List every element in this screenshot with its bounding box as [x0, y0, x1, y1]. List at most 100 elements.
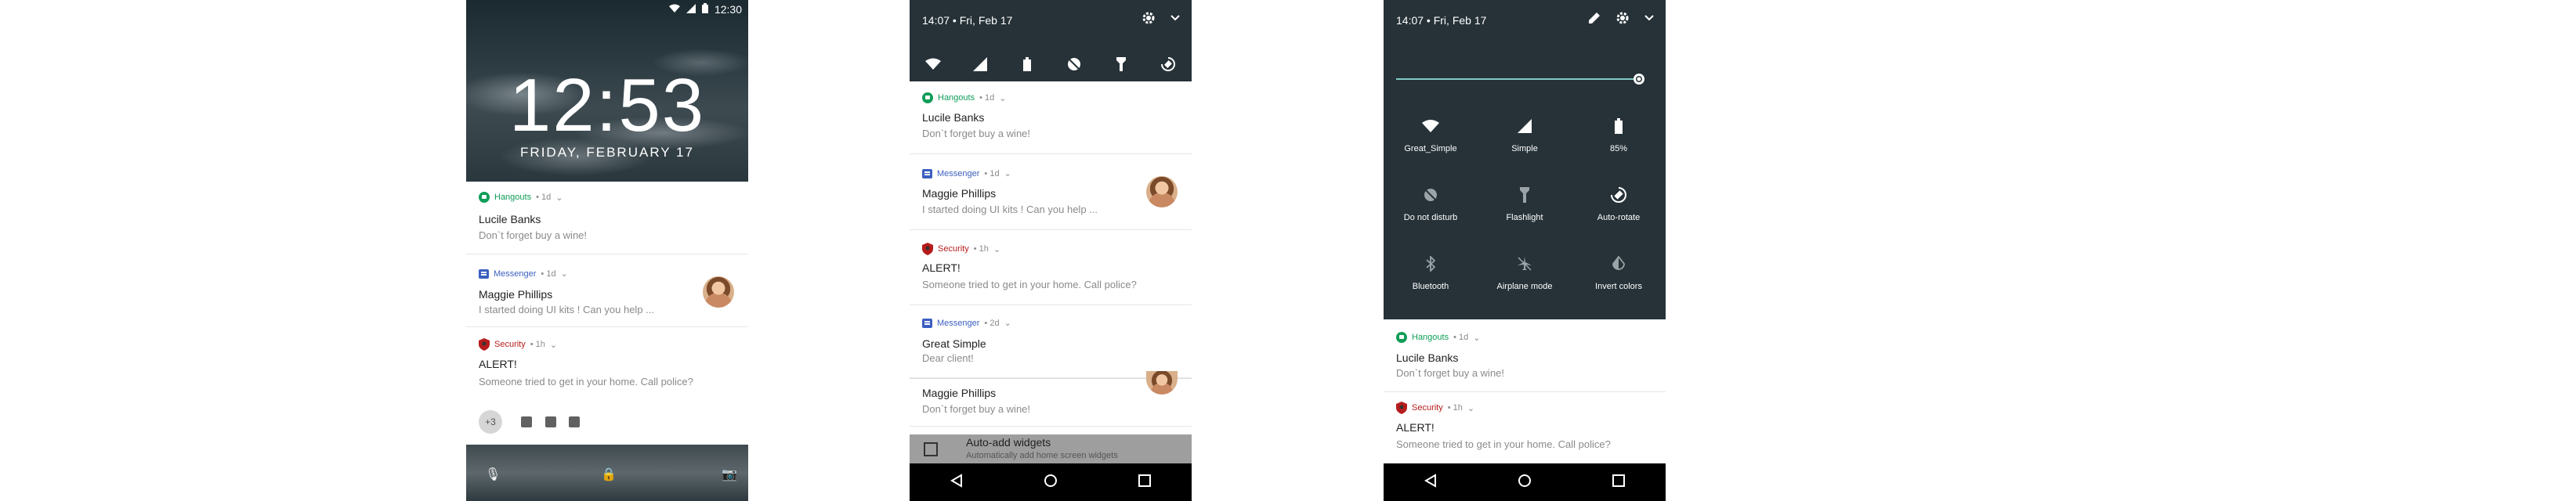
chevron-down-icon[interactable]: ⌄ [1473, 333, 1480, 343]
notification-time: • 1h [530, 340, 545, 349]
tile-autorotate[interactable]: Auto-rotate [1572, 186, 1666, 222]
notification-title: Lucile Banks [1396, 351, 1459, 364]
chevron-down-icon[interactable] [1644, 11, 1655, 29]
edit-icon[interactable] [1587, 11, 1601, 29]
chevron-down-icon[interactable]: ⌄ [1004, 318, 1011, 328]
notification-app-name: Hangouts [494, 193, 532, 202]
tile-signal[interactable]: Simple [1478, 117, 1572, 153]
notification-body: Don`t forget buy a wine! [1396, 367, 1505, 379]
notification-time: • 2d [984, 318, 1000, 328]
lock-icon[interactable]: 🔒 [601, 467, 617, 482]
notification-hangouts[interactable]: Hangouts • 1d ⌄ Lucile Banks Don`t forge… [466, 182, 748, 254]
tile-wifi[interactable]: Great_Simple [1384, 117, 1478, 153]
tile-invert[interactable]: Invert colors [1572, 255, 1666, 291]
gear-icon[interactable] [1141, 11, 1156, 29]
notification-hangouts[interactable]: Hangouts • 1d ⌄ Lucile Banks Don`t forge… [1384, 319, 1666, 392]
notification-body: Don`t forget buy a wine! [922, 128, 1031, 139]
notification-shade-collapsed: 14:07 • Fri, Feb 17 Hangouts • 1d ⌄ Luci… [910, 0, 1192, 501]
wifi-icon [1422, 119, 1439, 135]
tile-label: Bluetooth [1412, 282, 1449, 291]
notification-body: Don`t forget buy a wine! [922, 403, 1031, 415]
notification-body: Someone tried to get in your home. Call … [922, 279, 1137, 290]
notification-messenger[interactable]: Messenger • 1d ⌄ Maggie Phillips I start… [466, 254, 748, 327]
tile-label: Great_Simple [1404, 144, 1457, 153]
chevron-down-icon[interactable]: ⌄ [1004, 168, 1011, 178]
navigation-bar [1384, 463, 1666, 501]
camera-icon[interactable]: 📷 [722, 467, 737, 482]
notification-time: • 1d [979, 93, 995, 103]
back-icon[interactable] [1424, 473, 1438, 492]
lock-clock: 12:53 [508, 63, 706, 147]
shade-datetime: 14:07 • Fri, Feb 17 [1396, 14, 1487, 27]
tile-label: 85% [1609, 144, 1628, 153]
lock-screen: 12:30 12:53 FRIDAY, FEBRUARY 17 Hangouts… [466, 0, 748, 501]
invert-icon [1612, 255, 1626, 274]
flashlight-icon [1520, 186, 1529, 205]
avatar [1146, 176, 1178, 207]
notification-shade-expanded: 14:07 • Fri, Feb 17 Great_Simple Simple [1384, 0, 1666, 501]
notification-app-name: Messenger [937, 318, 980, 328]
tile-battery[interactable]: 85% [1572, 117, 1666, 153]
notification-hangouts[interactable]: Hangouts • 1d ⌄ Lucile Banks Don`t forge… [910, 81, 1192, 154]
tile-flashlight[interactable]: Flashlight [1478, 186, 1572, 222]
chevron-down-icon[interactable]: ⌄ [1467, 403, 1474, 413]
battery-icon[interactable] [1018, 56, 1036, 73]
auto-add-widgets-setting[interactable]: Auto-add widgets Automatically add home … [910, 434, 1192, 463]
brightness-icon[interactable] [1631, 71, 1647, 91]
notification-security[interactable]: Security • 1h ⌄ ALERT! Someone tried to … [1384, 392, 1666, 463]
notification-time: • 1h [1447, 403, 1463, 413]
lock-date: FRIDAY, FEBRUARY 17 [520, 145, 694, 160]
hangouts-icon [479, 192, 490, 203]
tile-label: Do not disturb [1403, 213, 1458, 222]
home-icon[interactable] [1044, 474, 1058, 492]
tile-dnd[interactable]: Do not disturb [1384, 186, 1478, 222]
notification-overflow[interactable]: +3 [466, 399, 748, 445]
notification-time: • 1d [541, 269, 556, 279]
brightness-slider[interactable] [1396, 78, 1641, 80]
status-time: 12:30 [714, 3, 742, 16]
wifi-icon[interactable] [924, 56, 942, 73]
notification-security[interactable]: Security • 1h ⌄ ALERT! Someone tried to … [910, 230, 1192, 305]
notification-title: Maggie Phillips [479, 288, 553, 301]
battery-icon [701, 3, 708, 16]
chevron-down-icon[interactable]: ⌄ [555, 193, 563, 203]
tile-airplane[interactable]: Airplane mode [1478, 255, 1572, 291]
notification-title: ALERT! [479, 358, 517, 370]
home-icon[interactable] [1518, 474, 1532, 492]
signal-icon [1518, 118, 1532, 135]
avatar [1146, 371, 1178, 395]
recents-icon[interactable] [1612, 474, 1626, 492]
gear-icon[interactable] [1615, 11, 1630, 29]
notification-title: Lucile Banks [479, 213, 541, 225]
quick-settings-header: 14:07 • Fri, Feb 17 [910, 0, 1192, 81]
chevron-down-icon[interactable]: ⌄ [999, 93, 1006, 103]
checkbox[interactable] [924, 442, 938, 456]
notification-title: Maggie Phillips [922, 387, 997, 399]
navigation-bar [910, 463, 1192, 501]
chevron-down-icon[interactable]: ⌄ [550, 340, 557, 350]
notification-security[interactable]: Security • 1h ⌄ ALERT! Someone tried to … [466, 327, 748, 400]
chevron-down-icon[interactable]: ⌄ [993, 244, 1000, 254]
tile-label: Invert colors [1595, 282, 1642, 291]
notification-messenger[interactable]: Messenger • 1d ⌄ Maggie Phillips I start… [910, 154, 1192, 230]
chevron-down-icon[interactable]: ⌄ [561, 269, 568, 279]
signal-icon [686, 3, 696, 16]
tile-label: Simple [1511, 144, 1538, 153]
notification-messenger[interactable]: Messenger • 2d ⌄ Great Simple Dear clien… [910, 305, 1192, 378]
dnd-icon[interactable] [1065, 56, 1083, 73]
flashlight-icon[interactable] [1113, 56, 1130, 73]
status-bar: 12:30 [668, 2, 742, 17]
app-icon [545, 416, 556, 427]
rotate-icon[interactable] [1160, 56, 1177, 73]
recents-icon[interactable] [1138, 474, 1152, 492]
notification-stacked[interactable]: Maggie Phillips Don`t forget buy a wine! [910, 371, 1192, 427]
signal-icon[interactable] [971, 56, 989, 73]
back-icon[interactable] [950, 473, 964, 492]
chevron-down-icon[interactable] [1170, 11, 1181, 29]
notification-body: Dear client! [922, 352, 974, 364]
microphone-icon[interactable]: 🎙 [485, 467, 501, 482]
notification-body: I started doing UI kits ! Can you help .… [922, 204, 1098, 215]
battery-icon [1615, 117, 1623, 136]
tile-bluetooth[interactable]: Bluetooth [1384, 254, 1478, 291]
notification-time: • 1d [984, 168, 1000, 178]
